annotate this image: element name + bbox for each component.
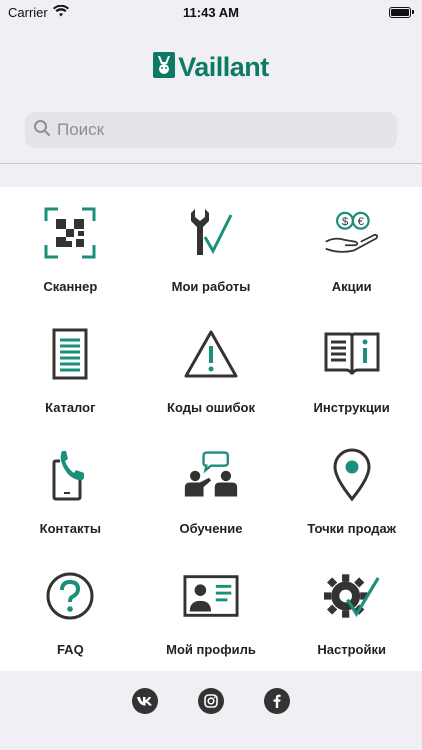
tile-promotions[interactable]: $ € Акции bbox=[281, 187, 422, 308]
manual-book-icon bbox=[324, 324, 380, 384]
wifi-icon bbox=[52, 4, 69, 20]
brand-name: Vaillant bbox=[178, 52, 269, 82]
battery-icon bbox=[389, 6, 414, 18]
tile-label: Акции bbox=[331, 279, 372, 294]
tile-contacts[interactable]: Контакты bbox=[0, 429, 141, 550]
tile-manuals[interactable]: Инструкции bbox=[281, 308, 422, 429]
tile-training[interactable]: Обучение bbox=[141, 429, 282, 550]
tile-label: Сканнер bbox=[43, 279, 98, 294]
tile-label: Настройки bbox=[317, 642, 386, 657]
tile-label: Инструкции bbox=[313, 400, 390, 415]
facebook-icon[interactable] bbox=[264, 688, 290, 714]
tile-label: Мой профиль bbox=[166, 642, 256, 657]
vaillant-logo: Vaillant bbox=[0, 52, 422, 83]
carrier-label: Carrier bbox=[8, 4, 48, 20]
profile-card-icon bbox=[183, 566, 239, 626]
hare-logo-icon bbox=[153, 52, 176, 83]
question-icon bbox=[42, 566, 98, 626]
phone-icon bbox=[42, 445, 98, 505]
wrench-check-icon bbox=[183, 203, 239, 263]
social-links bbox=[0, 688, 422, 714]
tile-label: Контакты bbox=[39, 521, 101, 536]
vk-icon[interactable] bbox=[132, 688, 158, 714]
settings-gear-check-icon bbox=[323, 566, 380, 626]
tile-label: FAQ bbox=[56, 642, 84, 657]
tile-label: Обучение bbox=[179, 521, 243, 536]
tile-my-profile[interactable]: Мой профиль bbox=[141, 550, 282, 671]
warning-icon bbox=[183, 324, 239, 384]
search-icon bbox=[33, 119, 51, 142]
tile-label: Коды ошибок bbox=[167, 400, 255, 415]
map-pin-icon bbox=[324, 445, 380, 505]
tile-catalog[interactable]: Каталог bbox=[0, 308, 141, 429]
tile-points-of-sale[interactable]: Точки продаж bbox=[281, 429, 422, 550]
tile-error-codes[interactable]: Коды ошибок bbox=[141, 308, 282, 429]
tile-label: Мои работы bbox=[171, 279, 251, 294]
search-input[interactable] bbox=[57, 120, 377, 140]
tile-label: Точки продаж bbox=[307, 521, 396, 536]
svg-text:€: € bbox=[357, 216, 364, 228]
tile-scanner[interactable]: Сканнер bbox=[0, 187, 141, 308]
tile-faq[interactable]: FAQ bbox=[0, 550, 141, 671]
status-bar: Carrier 11:43 AM bbox=[0, 0, 422, 24]
tile-my-works[interactable]: Мои работы bbox=[141, 187, 282, 308]
divider bbox=[0, 163, 422, 164]
qr-scanner-icon bbox=[42, 203, 98, 263]
search-bar[interactable] bbox=[25, 112, 397, 148]
training-icon bbox=[183, 445, 239, 505]
instagram-icon[interactable] bbox=[198, 688, 224, 714]
money-hand-icon: $ € bbox=[324, 203, 380, 263]
tile-settings[interactable]: Настройки bbox=[281, 550, 422, 671]
svg-text:$: $ bbox=[341, 216, 348, 228]
tile-label: Каталог bbox=[45, 400, 96, 415]
catalog-icon bbox=[42, 324, 98, 384]
menu-grid: Сканнер Мои работы $ € Акции Каталог Код… bbox=[0, 187, 422, 671]
